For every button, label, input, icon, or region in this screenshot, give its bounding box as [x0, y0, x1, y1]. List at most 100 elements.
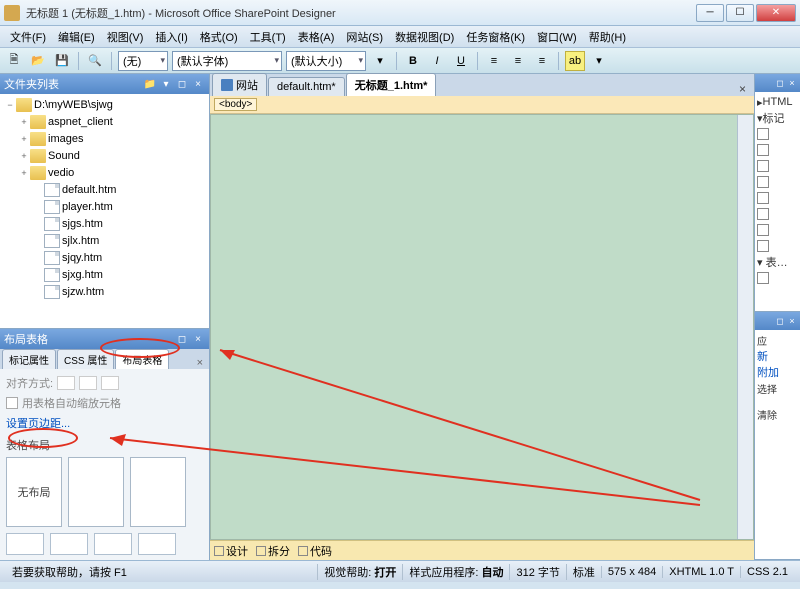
- menu-format[interactable]: 格式(O): [194, 27, 244, 47]
- toolbox-item[interactable]: [757, 270, 798, 286]
- more-icon[interactable]: ▾: [589, 51, 609, 71]
- tree-file[interactable]: sjzw.htm: [2, 283, 207, 300]
- layout-thumb[interactable]: [68, 457, 124, 527]
- bold-button[interactable]: B: [403, 51, 423, 71]
- tree-root[interactable]: −D:\myWEB\sjwg: [2, 96, 207, 113]
- style-combo[interactable]: (无): [118, 51, 168, 71]
- layout-thumb[interactable]: [138, 533, 176, 555]
- tree-file[interactable]: player.htm: [2, 198, 207, 215]
- doc-tab[interactable]: default.htm*: [268, 77, 345, 96]
- panel-pin-icon[interactable]: ◻: [175, 77, 189, 91]
- panel-close-icon[interactable]: ×: [786, 316, 798, 326]
- size-dropdown-icon[interactable]: ▾: [370, 51, 390, 71]
- menu-view[interactable]: 视图(V): [101, 27, 150, 47]
- folder-tree[interactable]: −D:\myWEB\sjwg +aspnet_client +images +S…: [0, 94, 209, 328]
- toolbox-item[interactable]: [757, 126, 798, 142]
- view-code[interactable]: 代码: [298, 543, 332, 559]
- menu-site[interactable]: 网站(S): [340, 27, 389, 47]
- menu-dataview[interactable]: 数据视图(D): [389, 27, 460, 47]
- open-icon[interactable]: 📂: [28, 51, 48, 71]
- italic-button[interactable]: I: [427, 51, 447, 71]
- panel-close-icon[interactable]: ×: [191, 332, 205, 346]
- minimize-button[interactable]: ─: [696, 4, 724, 22]
- menu-taskpanes[interactable]: 任务窗格(K): [460, 27, 531, 47]
- titlebar: 无标题 1 (无标题_1.htm) - Microsoft Office Sha…: [0, 0, 800, 26]
- new-style-link[interactable]: 新: [757, 348, 798, 364]
- clear-styles[interactable]: 清除: [757, 406, 798, 422]
- toolbox-item[interactable]: ▾ 标记: [757, 110, 798, 126]
- toolbox-item[interactable]: [757, 238, 798, 254]
- menu-file[interactable]: 文件(F): [4, 27, 52, 47]
- doc-close-icon[interactable]: ×: [733, 82, 752, 96]
- new-folder-icon[interactable]: 📁: [143, 77, 157, 91]
- tree-file[interactable]: sjqy.htm: [2, 249, 207, 266]
- tabs-close-icon[interactable]: ×: [193, 357, 207, 369]
- align-right-icon[interactable]: ≡: [532, 51, 552, 71]
- menu-window[interactable]: 窗口(W): [531, 27, 583, 47]
- panel-close-icon[interactable]: ×: [786, 78, 798, 88]
- tree-file[interactable]: sjxg.htm: [2, 266, 207, 283]
- toolbox-item[interactable]: [757, 206, 798, 222]
- toolbox-section[interactable]: ▾ 表…: [757, 254, 798, 270]
- maximize-button[interactable]: ☐: [726, 4, 754, 22]
- align-center-icon[interactable]: ≡: [508, 51, 528, 71]
- view-design[interactable]: 设计: [214, 543, 248, 559]
- styles-body: 应 新 附加 选择 清除: [755, 330, 800, 560]
- tab-tag-properties[interactable]: 标记属性: [2, 349, 56, 369]
- main-area: 文件夹列表 📁 ▾ ◻ × −D:\myWEB\sjwg +aspnet_cli…: [0, 74, 800, 560]
- align-left-icon[interactable]: ≡: [484, 51, 504, 71]
- toolbox-item[interactable]: [757, 158, 798, 174]
- toolbox-item[interactable]: [757, 174, 798, 190]
- doc-tab-active[interactable]: 无标题_1.htm*: [346, 73, 437, 96]
- set-margins-link[interactable]: 设置页边距...: [6, 415, 203, 431]
- layout-thumb-none[interactable]: 无布局: [6, 457, 62, 527]
- panel-pin-icon[interactable]: ◻: [774, 316, 786, 327]
- tree-file[interactable]: default.htm: [2, 181, 207, 198]
- tree-folder[interactable]: +vedio: [2, 164, 207, 181]
- highlight-icon[interactable]: ab: [565, 51, 585, 71]
- code-icon: [298, 546, 308, 556]
- align-left-button[interactable]: [57, 376, 75, 390]
- layout-thumb[interactable]: [50, 533, 88, 555]
- panel-close-icon[interactable]: ×: [191, 77, 205, 91]
- underline-button[interactable]: U: [451, 51, 471, 71]
- tab-layout-tables[interactable]: 布局表格: [115, 349, 169, 369]
- menu-help[interactable]: 帮助(H): [583, 27, 632, 47]
- menu-tools[interactable]: 工具(T): [244, 27, 292, 47]
- menu-table[interactable]: 表格(A): [292, 27, 341, 47]
- design-surface[interactable]: [210, 114, 754, 540]
- toolbox-item[interactable]: ▸ HTML: [757, 94, 798, 110]
- attach-link[interactable]: 附加: [757, 364, 798, 380]
- save-icon[interactable]: 💾: [52, 51, 72, 71]
- tab-css-properties[interactable]: CSS 属性: [57, 349, 114, 369]
- layout-thumb[interactable]: [130, 457, 186, 527]
- layout-thumb[interactable]: [94, 533, 132, 555]
- layout-thumb[interactable]: [6, 533, 44, 555]
- preview-icon[interactable]: 🔍: [85, 51, 105, 71]
- tree-folder[interactable]: +images: [2, 130, 207, 147]
- menu-edit[interactable]: 编辑(E): [52, 27, 101, 47]
- autoscale-checkbox[interactable]: [6, 397, 18, 409]
- breadcrumb-body[interactable]: <body>: [214, 98, 257, 111]
- view-split[interactable]: 拆分: [256, 543, 290, 559]
- vertical-scrollbar[interactable]: [737, 115, 753, 539]
- doc-tab-site[interactable]: 网站: [212, 73, 267, 96]
- toolbox-item[interactable]: [757, 222, 798, 238]
- new-icon[interactable]: 🗎: [4, 51, 24, 71]
- menu-insert[interactable]: 插入(I): [149, 27, 193, 47]
- tree-folder[interactable]: +Sound: [2, 147, 207, 164]
- size-combo[interactable]: (默认大小): [286, 51, 366, 71]
- toolbox-item[interactable]: [757, 190, 798, 206]
- font-combo[interactable]: (默认字体): [172, 51, 282, 71]
- tree-folder[interactable]: +aspnet_client: [2, 113, 207, 130]
- tree-file[interactable]: sjgs.htm: [2, 215, 207, 232]
- toolbox-item[interactable]: [757, 142, 798, 158]
- align-center-button[interactable]: [79, 376, 97, 390]
- panel-menu-icon[interactable]: ▾: [159, 77, 173, 91]
- right-panel-header-2: ◻ ×: [755, 312, 800, 330]
- align-right-button[interactable]: [101, 376, 119, 390]
- panel-pin-icon[interactable]: ◻: [175, 332, 189, 346]
- panel-pin-icon[interactable]: ◻: [774, 78, 786, 89]
- close-button[interactable]: ✕: [756, 4, 796, 22]
- tree-file[interactable]: sjlx.htm: [2, 232, 207, 249]
